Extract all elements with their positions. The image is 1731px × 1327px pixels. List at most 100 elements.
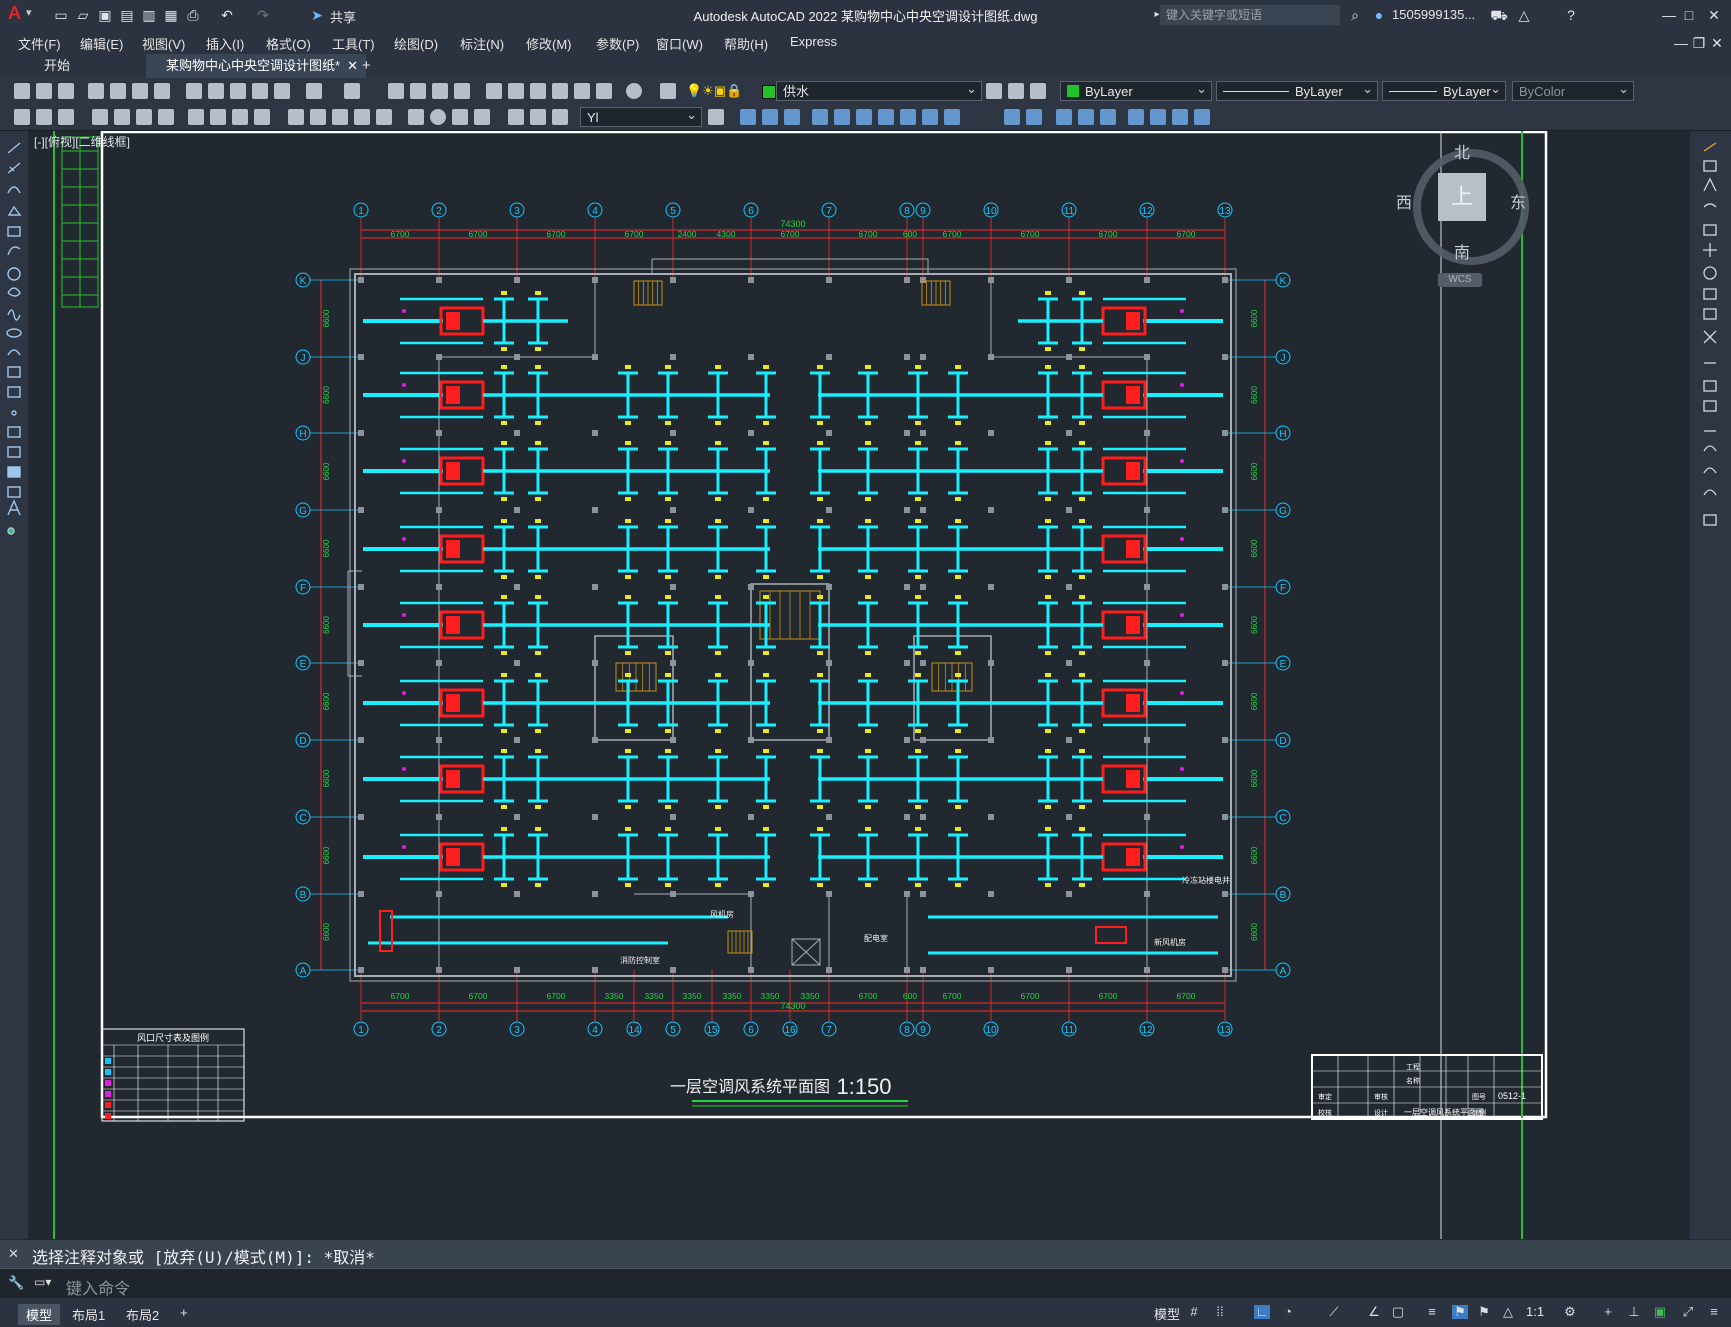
user-icon[interactable]: ●: [1370, 6, 1388, 24]
redo-toolbar-icon[interactable]: [344, 83, 360, 99]
qdim-icon[interactable]: [36, 109, 52, 125]
move-icon[interactable]: [834, 109, 850, 125]
layer-state-icons[interactable]: 💡☀▣🔒: [686, 83, 742, 99]
quick-dim-icon[interactable]: [288, 109, 304, 125]
modify-toolbar-icons[interactable]: [1690, 131, 1731, 551]
linetype-dropdown[interactable]: ByLayer: [1216, 79, 1378, 101]
lineweight-dropdown[interactable]: ByLayer: [1382, 79, 1506, 101]
autodesk-app-icon[interactable]: △: [1515, 6, 1533, 24]
layout-tab-2[interactable]: 布局2: [118, 1304, 167, 1325]
zoom-previous-icon[interactable]: [454, 83, 470, 99]
new-tab-button[interactable]: +: [362, 57, 371, 74]
tolerance-icon[interactable]: [408, 109, 424, 125]
menu-help[interactable]: 帮助(H): [724, 34, 768, 53]
fillet-icon[interactable]: [1078, 109, 1094, 125]
continue-dim-icon[interactable]: [332, 109, 348, 125]
draworder-above-icon[interactable]: [1172, 109, 1188, 125]
annotation-visibility-icon[interactable]: ⚑: [1452, 1305, 1468, 1319]
annomonitor-icon[interactable]: +: [1600, 1305, 1616, 1319]
units-icon[interactable]: ⊥: [1626, 1305, 1642, 1319]
redo-icon[interactable]: ↷: [254, 6, 272, 24]
help-toolbar-icon[interactable]: [626, 83, 642, 99]
menu-insert[interactable]: 插入(I): [206, 34, 244, 53]
quick-properties-icon[interactable]: ▣: [1652, 1305, 1668, 1319]
menu-format[interactable]: 格式(O): [266, 34, 311, 53]
plotstyle-dropdown[interactable]: ByColor: [1512, 79, 1634, 101]
linear-dim-icon[interactable]: [92, 109, 108, 125]
dim-break-icon[interactable]: [376, 109, 392, 125]
radius-dim-icon[interactable]: [188, 109, 204, 125]
draworder-front-icon[interactable]: [1128, 109, 1144, 125]
paste-icon[interactable]: [230, 83, 246, 99]
polar-icon[interactable]: ◔: [1280, 1305, 1296, 1319]
undo-toolbar-icon[interactable]: [306, 83, 322, 99]
help-icon[interactable]: ?: [1562, 6, 1580, 24]
autocad-logo[interactable]: A: [8, 3, 21, 24]
doc-close-icon[interactable]: ✕: [1708, 34, 1726, 52]
annotation-scale-icon[interactable]: △: [1500, 1305, 1516, 1319]
model-space-button[interactable]: 模型: [1154, 1304, 1180, 1323]
open-file-icon[interactable]: ▱: [74, 6, 92, 24]
lineweight-icon[interactable]: ≡: [1424, 1305, 1440, 1319]
trim-icon[interactable]: [922, 109, 938, 125]
menu-dimension[interactable]: 标注(N): [460, 34, 504, 53]
plot-icon[interactable]: ⎙: [184, 6, 202, 24]
design-center-icon[interactable]: [508, 83, 524, 99]
cut-icon[interactable]: [186, 83, 202, 99]
calculator-icon[interactable]: [596, 83, 612, 99]
3d-print-icon[interactable]: [154, 83, 170, 99]
clean-screen-icon[interactable]: ⤢: [1680, 1305, 1696, 1319]
print-preview-icon[interactable]: [110, 83, 126, 99]
tab-start[interactable]: 开始: [10, 54, 150, 78]
make-current-layer-icon[interactable]: [986, 83, 1002, 99]
save-as-icon[interactable]: ▤: [118, 6, 136, 24]
aligned-dim-icon[interactable]: [114, 109, 130, 125]
mtext-icon[interactable]: [58, 109, 74, 125]
annotation-scale-value[interactable]: 1:1: [1526, 1304, 1544, 1319]
save-web-icon[interactable]: ▦: [162, 6, 180, 24]
tab-active-drawing[interactable]: 某购物中心中央空调设计图纸* ✕: [146, 54, 366, 78]
markup-icon[interactable]: [574, 83, 590, 99]
share-button[interactable]: 共享: [330, 7, 356, 26]
menu-parametric[interactable]: 参数(P): [596, 34, 639, 53]
menu-tools[interactable]: 工具(T): [332, 34, 375, 53]
doc-restore-icon[interactable]: ❐: [1690, 34, 1708, 52]
close-command-icon[interactable]: ✕: [8, 1246, 19, 1262]
layer-dropdown[interactable]: 供水: [776, 79, 982, 101]
zoom-realtime-icon[interactable]: [410, 83, 426, 99]
osnap-track-icon[interactable]: ∠: [1366, 1305, 1382, 1319]
sheet-set-icon[interactable]: [552, 83, 568, 99]
open-web-icon[interactable]: ▥: [140, 6, 158, 24]
minimize-icon[interactable]: —: [1660, 6, 1678, 24]
stretch-icon[interactable]: [900, 109, 916, 125]
copy-object-icon[interactable]: [740, 109, 756, 125]
workspace-gear-icon[interactable]: ⚙: [1562, 1305, 1578, 1319]
drawing-canvas[interactable]: [-][俯视][二维线框] 1 2 3 4 5 6 7 8 9 10 11 12 13 1 2 3 4 14 5 15…: [28, 131, 1690, 1239]
menu-express[interactable]: Express: [790, 34, 837, 49]
dimstyle-dropdown[interactable]: Yl: [580, 105, 702, 127]
print-icon[interactable]: [88, 83, 104, 99]
join-icon[interactable]: [1026, 109, 1042, 125]
doc-minimize-icon[interactable]: —: [1672, 34, 1690, 52]
command-input[interactable]: 键入命令: [66, 1275, 130, 1299]
draw-toolbar-icons[interactable]: [0, 131, 28, 601]
properties-icon[interactable]: [486, 83, 502, 99]
tab-close-icon[interactable]: ✕: [347, 54, 358, 78]
publish-icon[interactable]: [132, 83, 148, 99]
dimtedit-icon[interactable]: [530, 109, 546, 125]
dimedit-icon[interactable]: [508, 109, 524, 125]
jogged-dim-icon[interactable]: [210, 109, 226, 125]
layer-properties-icon[interactable]: [660, 83, 676, 99]
rotate-icon[interactable]: [856, 109, 872, 125]
autoscale-icon[interactable]: ⚑: [1476, 1305, 1492, 1319]
layer-previous-icon[interactable]: [1008, 83, 1024, 99]
user-name[interactable]: 1505999135...: [1392, 7, 1475, 22]
chamfer-icon[interactable]: [1056, 109, 1072, 125]
app-menu-chevron-icon[interactable]: ▾: [26, 6, 32, 19]
dimstyle-manager-icon[interactable]: [708, 109, 724, 125]
save-toolbar-icon[interactable]: [58, 83, 74, 99]
extend-icon[interactable]: [944, 109, 960, 125]
compass-east[interactable]: 东: [1510, 189, 1526, 213]
ortho-icon[interactable]: ∟: [1254, 1305, 1270, 1319]
mirror-icon[interactable]: [762, 109, 778, 125]
